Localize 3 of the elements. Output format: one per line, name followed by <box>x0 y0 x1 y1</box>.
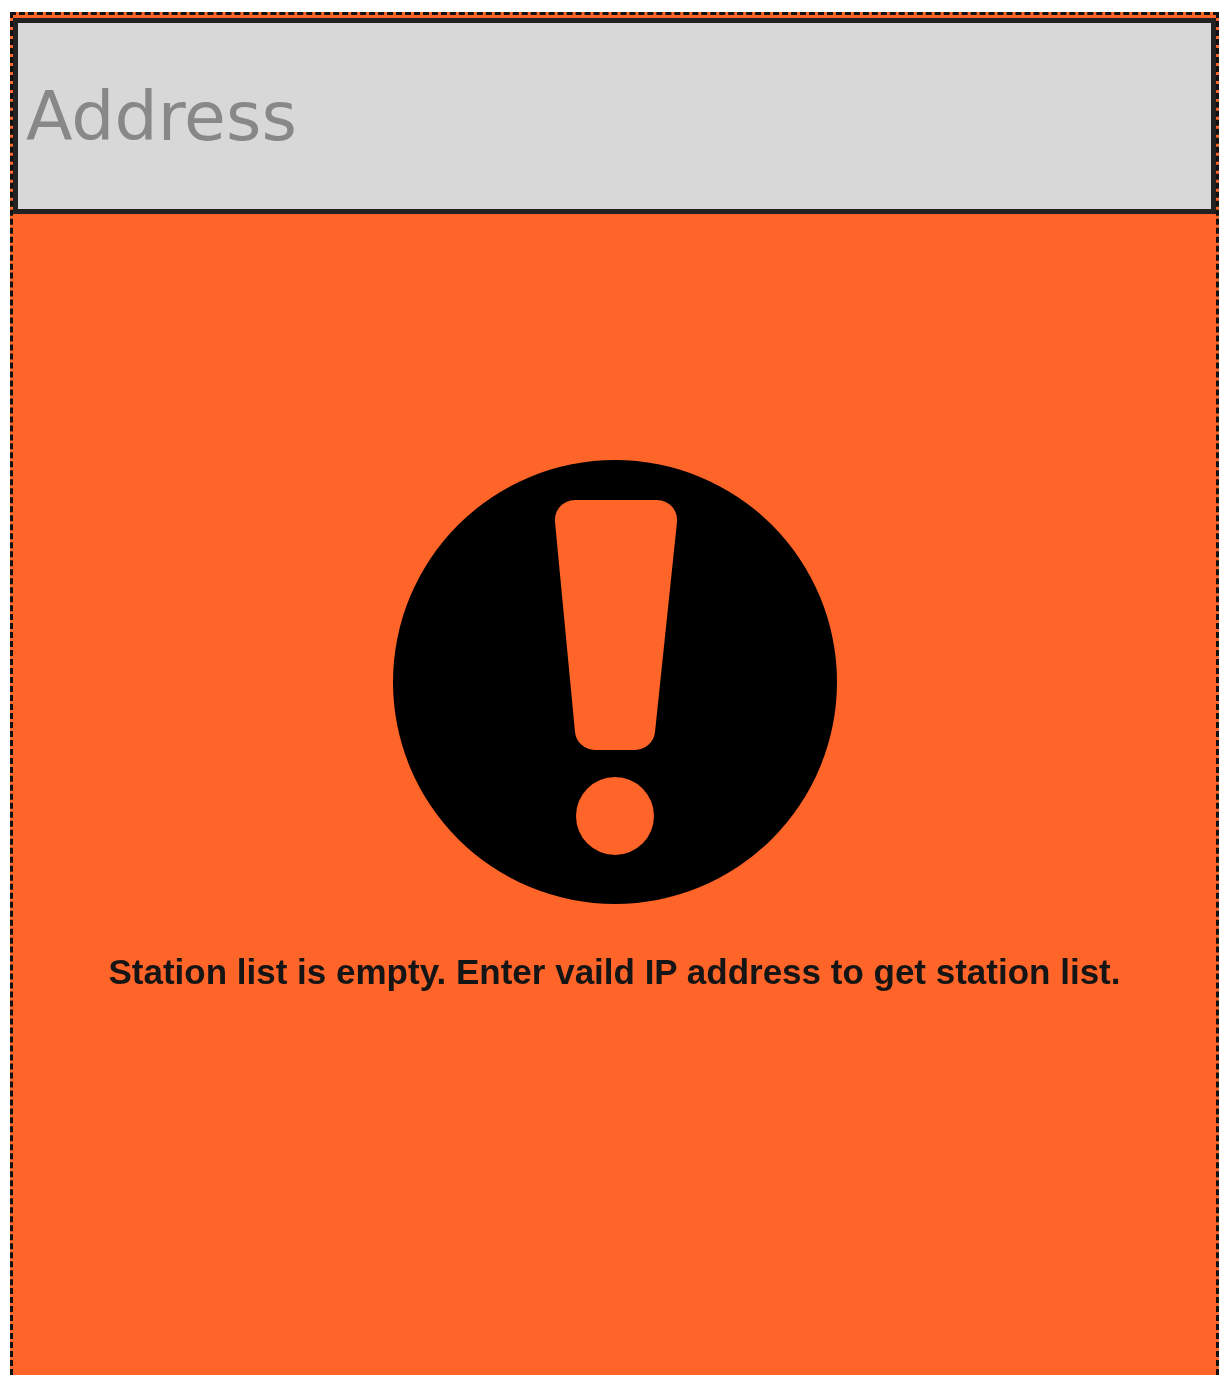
empty-state-message: Station list is empty. Enter vaild IP address to get station list. <box>108 952 1121 992</box>
alert-icon <box>392 460 837 904</box>
address-field[interactable]: Address <box>13 18 1216 214</box>
